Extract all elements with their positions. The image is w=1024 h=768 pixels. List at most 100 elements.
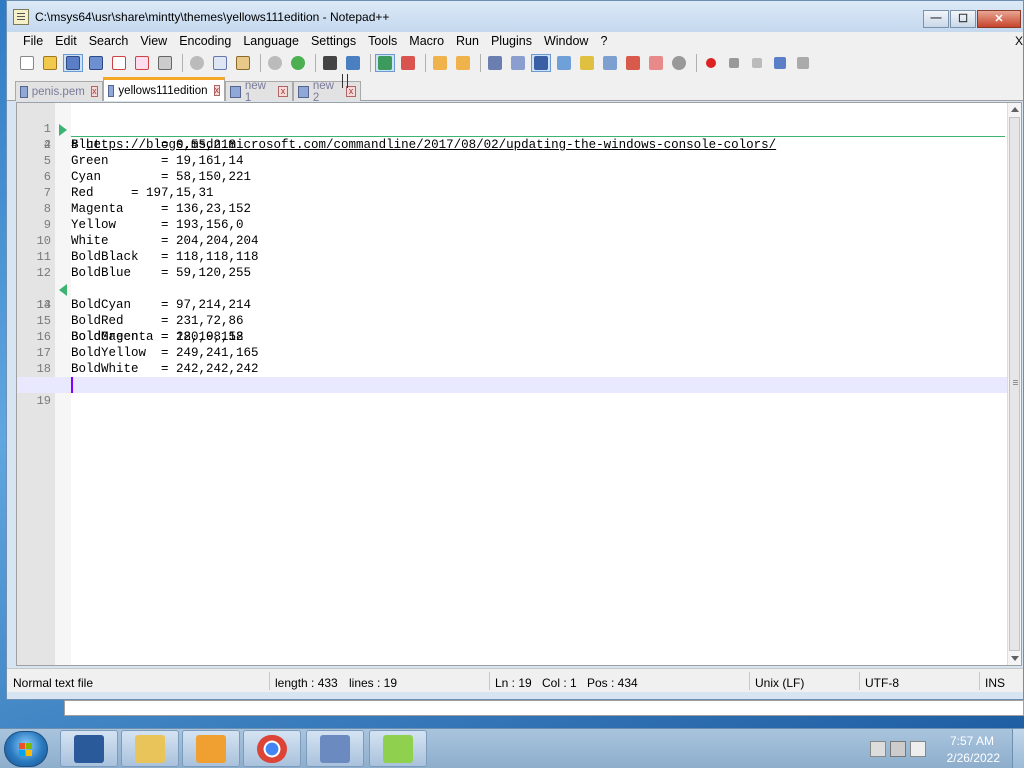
menu-tools[interactable]: Tools bbox=[362, 32, 403, 50]
editor-line[interactable]: 4 Blue = 0,55,218 bbox=[17, 137, 1021, 153]
editor-line[interactable]: 18 BoldWhite = 242,242,242 bbox=[17, 361, 1021, 377]
scroll-thumb[interactable] bbox=[1009, 117, 1020, 651]
taskbar-msys2[interactable] bbox=[60, 730, 118, 767]
taskbar-media-player[interactable] bbox=[182, 730, 240, 767]
save-button[interactable] bbox=[63, 53, 83, 72]
project-icon bbox=[649, 55, 663, 70]
close-tab-icon[interactable]: x bbox=[278, 86, 288, 97]
stop-record-button[interactable] bbox=[724, 54, 744, 72]
redo-button[interactable] bbox=[288, 54, 308, 72]
tab-penis-pem[interactable]: penis.pem x bbox=[15, 81, 103, 101]
indent-guide-button[interactable] bbox=[531, 53, 551, 72]
record-macro-button[interactable] bbox=[701, 54, 721, 72]
language-button[interactable] bbox=[554, 54, 574, 72]
scroll-up-icon[interactable] bbox=[1011, 107, 1019, 112]
clock-date[interactable]: 2/26/2022 bbox=[947, 751, 1000, 765]
editor-line[interactable]: 9 Yellow = 193,156,0 bbox=[17, 217, 1021, 233]
menu-plugins[interactable]: Plugins bbox=[485, 32, 538, 50]
function-list-button[interactable] bbox=[600, 54, 620, 72]
tab-yellows111edition[interactable]: yellows111edition x bbox=[103, 77, 225, 101]
editor-line[interactable]: 5 Green = 19,161,14 bbox=[17, 153, 1021, 169]
windows-logo-icon bbox=[19, 743, 33, 757]
save-all-button[interactable] bbox=[86, 54, 106, 72]
status-eol[interactable]: Unix (LF) bbox=[755, 676, 804, 690]
show-all-chars-button[interactable] bbox=[508, 54, 528, 72]
vertical-scrollbar[interactable] bbox=[1007, 103, 1021, 665]
editor-line[interactable]: 16 BoldMagenta = 180,0,158 bbox=[17, 329, 1021, 345]
taskbar-keyboard-settings[interactable] bbox=[306, 730, 364, 767]
zoom-out-button[interactable] bbox=[398, 54, 418, 72]
close-window-button[interactable]: ✕ bbox=[977, 10, 1021, 28]
word-wrap-button[interactable] bbox=[485, 54, 505, 72]
scroll-down-icon[interactable] bbox=[1011, 656, 1019, 661]
menu-view[interactable]: View bbox=[134, 32, 173, 50]
tab-new-2[interactable]: new 2 x bbox=[293, 80, 361, 104]
editor-line[interactable]: 2 bbox=[17, 121, 1021, 152]
editor-line[interactable]: 15 BoldRed = 231,72,86 bbox=[17, 313, 1021, 329]
replace-button[interactable] bbox=[343, 54, 363, 72]
editor-line[interactable]: 8 Magenta = 136,23,152 bbox=[17, 201, 1021, 217]
play-macro-button[interactable] bbox=[747, 54, 767, 72]
clock-time[interactable]: 7:57 AM bbox=[950, 734, 994, 748]
editor-line[interactable]: 12 BoldBlue = 59,120,255 bbox=[17, 265, 1021, 281]
print-button[interactable] bbox=[155, 54, 175, 72]
undo-button[interactable] bbox=[265, 54, 285, 72]
notepad-app-icon[interactable] bbox=[13, 9, 29, 25]
status-insert-mode[interactable]: INS bbox=[985, 676, 1005, 690]
minimize-button[interactable]: — bbox=[923, 10, 949, 28]
copy-button[interactable] bbox=[210, 54, 230, 72]
menu-run[interactable]: Run bbox=[450, 32, 485, 50]
title-bar[interactable]: C:\msys64\usr\share\mintty\themes\yellow… bbox=[7, 1, 1023, 33]
new-file-button[interactable] bbox=[17, 54, 37, 72]
editor-line[interactable]: 7 Red = 197,15,31 bbox=[17, 185, 1021, 201]
start-button[interactable] bbox=[4, 731, 48, 767]
network-icon[interactable] bbox=[890, 741, 906, 757]
close-document-button[interactable]: X bbox=[1015, 34, 1023, 48]
cut-button[interactable] bbox=[187, 54, 207, 72]
editor-line[interactable]: 17 BoldYellow = 249,241,165 bbox=[17, 345, 1021, 361]
menu-language[interactable]: Language bbox=[237, 32, 305, 50]
maximize-button[interactable]: ☐ bbox=[950, 10, 976, 28]
save-macro-button[interactable] bbox=[793, 54, 813, 72]
paste-button[interactable] bbox=[233, 54, 253, 72]
menu-edit[interactable]: Edit bbox=[49, 32, 83, 50]
zoom-in-button[interactable] bbox=[375, 53, 395, 72]
taskbar-notepad-plus-plus[interactable] bbox=[369, 730, 427, 767]
play-multiple-button[interactable] bbox=[770, 54, 790, 72]
menu-help[interactable]: ? bbox=[594, 32, 613, 50]
close-tab-icon[interactable]: x bbox=[213, 85, 220, 96]
editor-line[interactable]: 10 White = 204,204,204 bbox=[17, 233, 1021, 249]
menu-macro[interactable]: Macro bbox=[403, 32, 450, 50]
show-desktop-button[interactable] bbox=[1012, 729, 1024, 768]
close-tab-icon[interactable]: x bbox=[90, 86, 98, 97]
project-button[interactable] bbox=[646, 54, 666, 72]
sync-horizontal-icon bbox=[456, 55, 470, 70]
open-file-button[interactable] bbox=[40, 54, 60, 72]
close-all-button[interactable] bbox=[132, 54, 152, 72]
editor-line-current[interactable]: 19 bbox=[17, 377, 1021, 408]
menu-search[interactable]: Search bbox=[83, 32, 135, 50]
menu-encoding[interactable]: Encoding bbox=[173, 32, 237, 50]
editor-line[interactable]: 14 BoldCyan = 97,214,214 bbox=[17, 297, 1021, 313]
taskbar-chrome[interactable] bbox=[243, 730, 301, 767]
menu-window[interactable]: Window bbox=[538, 32, 594, 50]
status-encoding[interactable]: UTF-8 bbox=[865, 676, 899, 690]
editor-line[interactable]: 6 Cyan = 58,150,221 bbox=[17, 169, 1021, 185]
taskbar-file-explorer[interactable] bbox=[121, 730, 179, 767]
text-editor[interactable]: 1 # https://blogs.msdn.microsoft.com/com… bbox=[16, 102, 1022, 666]
tab-new-1[interactable]: new 1 x bbox=[225, 80, 293, 104]
action-center-icon[interactable] bbox=[870, 741, 886, 757]
sync-horizontal-button[interactable] bbox=[453, 54, 473, 72]
doc-map-button[interactable] bbox=[577, 54, 597, 72]
close-file-button[interactable] bbox=[109, 54, 129, 72]
volume-icon[interactable] bbox=[910, 741, 926, 757]
find-button[interactable] bbox=[320, 54, 340, 72]
monitoring-button[interactable] bbox=[669, 54, 689, 72]
menu-file[interactable]: File bbox=[17, 32, 49, 50]
editor-line[interactable]: 11 BoldBlack = 118,118,118 bbox=[17, 249, 1021, 265]
editor-line[interactable]: 1 # https://blogs.msdn.microsoft.com/com… bbox=[17, 105, 1021, 152]
folder-workspace-button[interactable] bbox=[623, 54, 643, 72]
sync-vertical-button[interactable] bbox=[430, 54, 450, 72]
menu-settings[interactable]: Settings bbox=[305, 32, 362, 50]
editor-line[interactable]: 13 BoldGreen = 22,198,12 bbox=[17, 281, 1021, 344]
